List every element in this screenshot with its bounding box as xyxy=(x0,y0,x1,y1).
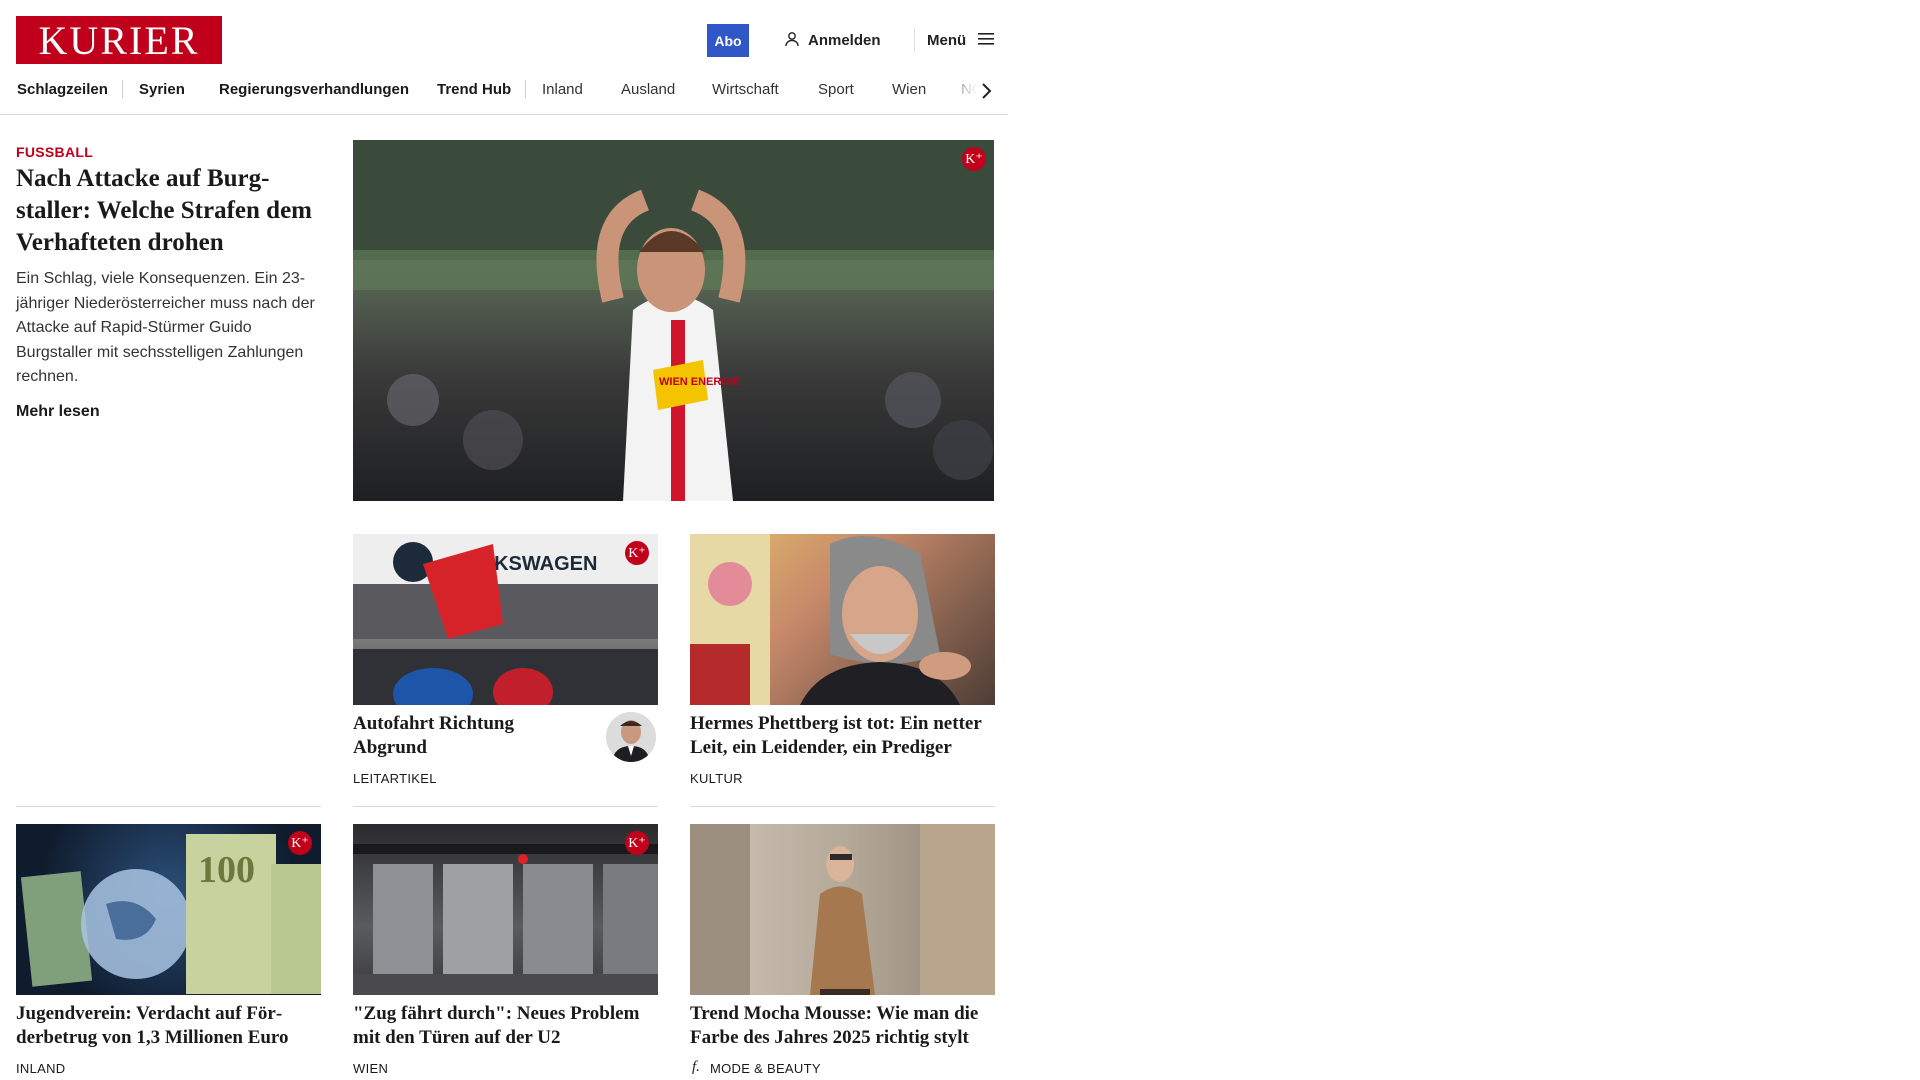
read-more-link[interactable]: Mehr lesen xyxy=(16,403,100,421)
divider xyxy=(16,806,321,807)
card-image-volkswagen[interactable]: VOLKSWAGEN K⁺ xyxy=(353,534,658,705)
lead-category[interactable]: FUSSBALL xyxy=(16,144,93,160)
nav-item-regierungsverhandlungen[interactable]: Regierungsverhandlungen xyxy=(219,81,409,98)
card-photo-graphic: VOLKSWAGEN xyxy=(353,534,658,705)
card-headline[interactable]: Hermes Phettberg ist tot: Ein netter Lei… xyxy=(690,712,995,760)
kplus-badge-icon: K⁺ xyxy=(288,831,312,855)
nav-item-inland[interactable]: Inland xyxy=(542,81,583,98)
card-headline[interactable]: Autofahrt Richtung Abgrund xyxy=(353,712,573,760)
nav-item-sport[interactable]: Sport xyxy=(818,81,854,98)
nav-item-syrien[interactable]: Syrien xyxy=(139,81,185,98)
abo-button[interactable]: Abo xyxy=(707,24,749,57)
card-image-fashion[interactable] xyxy=(690,824,995,995)
menu-label: Menü xyxy=(927,32,967,49)
card-headline[interactable]: Trend Mocha Mousse: Wie man die Farbe de… xyxy=(690,1002,995,1050)
card-category[interactable]: KULTUR xyxy=(690,771,743,786)
nav-divider xyxy=(122,80,123,98)
login-label: Anmelden xyxy=(808,32,881,49)
card-headline[interactable]: "Zug fährt durch": Neues Problem mit den… xyxy=(353,1002,658,1050)
card-image-phettberg[interactable] xyxy=(690,534,995,705)
trend-brand-icon: f. xyxy=(692,1059,700,1075)
hamburger-icon xyxy=(978,32,996,50)
divider xyxy=(690,806,995,807)
card-category[interactable]: LEITARTIKEL xyxy=(353,771,437,786)
lead-photo-graphic: WIEN ENERGIE xyxy=(353,140,994,501)
card-headline[interactable]: Jugendverein: Verdacht auf För­derbetrug… xyxy=(16,1002,321,1050)
card-photo-graphic xyxy=(690,824,995,995)
main-container: KURIER Abo Anmelden Menü Schlagzeilen Sy… xyxy=(0,0,1008,1076)
kplus-badge-icon: K⁺ xyxy=(625,541,649,565)
kplus-badge-icon: K⁺ xyxy=(625,831,649,855)
page: KURIER Abo Anmelden Menü Schlagzeilen Sy… xyxy=(0,0,1920,1080)
card-photo-graphic xyxy=(690,534,971,705)
lead-image[interactable]: WIEN ENERGIE K⁺ xyxy=(353,140,994,501)
lead-headline[interactable]: Nach Attacke auf Burg­staller: Welche St… xyxy=(16,163,316,259)
site-header: KURIER Abo Anmelden Menü xyxy=(0,0,1008,80)
chevron-right-icon[interactable] xyxy=(975,78,997,104)
card-image-money[interactable]: 100 K⁺ xyxy=(16,824,321,995)
card-category[interactable]: INLAND xyxy=(16,1061,65,1076)
nav-item-trend-hub[interactable]: Trend Hub xyxy=(437,81,511,98)
divider xyxy=(353,806,658,807)
user-icon xyxy=(784,31,800,51)
nav-fade xyxy=(940,76,1008,112)
card-photo-graphic: 100 xyxy=(20,834,321,994)
header-divider xyxy=(914,28,915,52)
author-avatar[interactable] xyxy=(606,712,656,762)
svg-text:100: 100 xyxy=(198,849,255,891)
login-link[interactable]: Anmelden xyxy=(784,24,881,57)
lead-teaser: Ein Schlag, viele Konsequenzen. Ein 23-j… xyxy=(16,270,315,385)
kurier-logo[interactable]: KURIER xyxy=(16,16,222,64)
card-category[interactable]: MODE & BEAUTY xyxy=(710,1061,821,1076)
nav-item-schlagzeilen[interactable]: Schlagzeilen xyxy=(17,81,108,98)
nav-divider xyxy=(525,80,526,98)
kplus-badge-icon: K⁺ xyxy=(962,147,986,171)
shirt-text: WIEN ENERGIE xyxy=(659,376,740,388)
nav-item-wirtschaft[interactable]: Wirtschaft xyxy=(712,81,779,98)
menu-button[interactable]: Menü xyxy=(927,24,996,57)
section-nav: Schlagzeilen Syrien Regierungsverhandlun… xyxy=(0,76,1008,115)
nav-item-ausland[interactable]: Ausland xyxy=(621,81,675,98)
card-photo-graphic xyxy=(353,844,658,995)
card-image-u2[interactable]: K⁺ xyxy=(353,824,658,995)
card-category[interactable]: WIEN xyxy=(353,1061,388,1076)
nav-item-wien[interactable]: Wien xyxy=(892,81,926,98)
